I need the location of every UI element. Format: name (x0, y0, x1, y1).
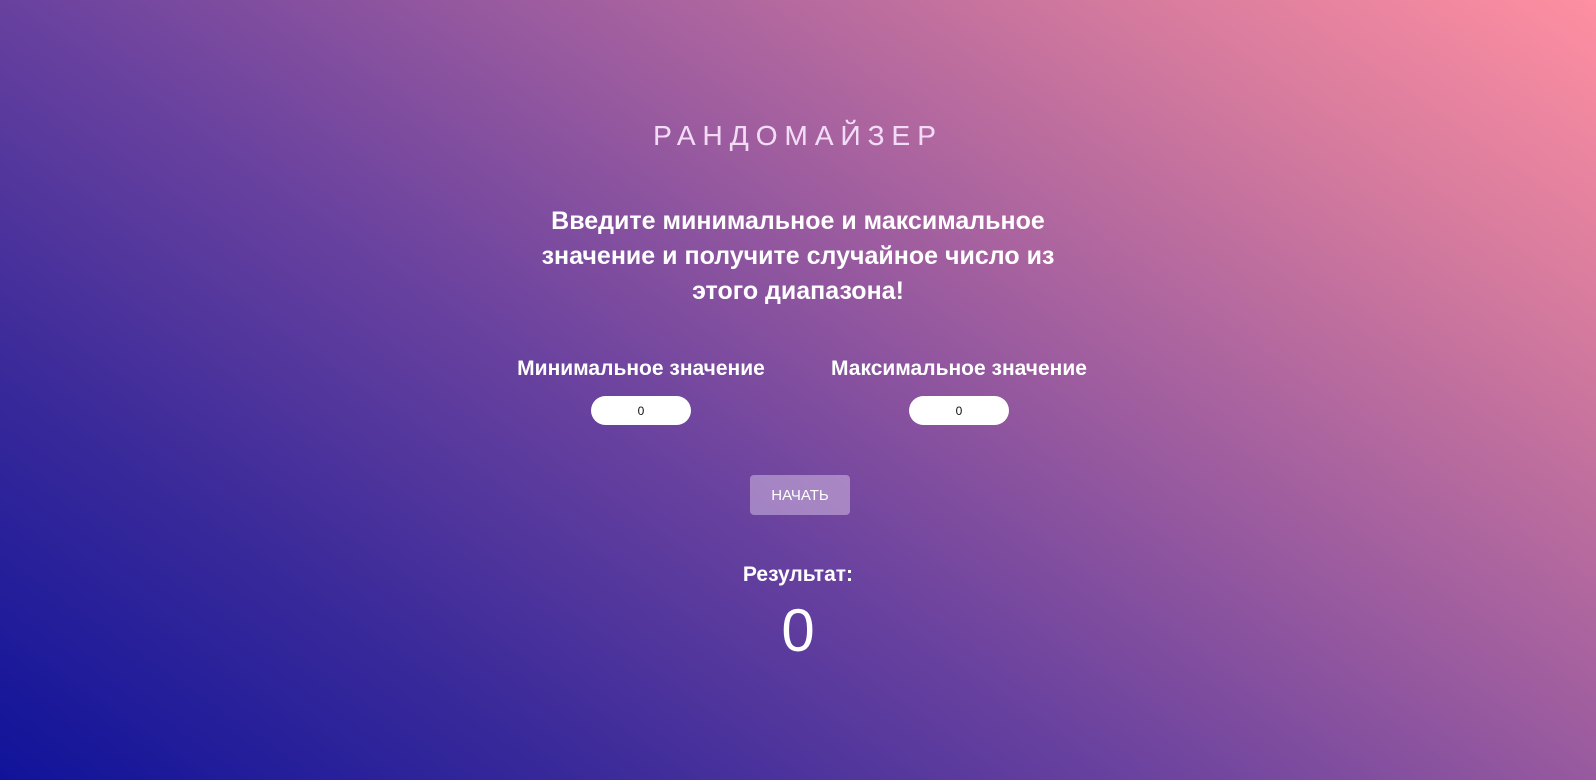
result-value: 0 (781, 597, 815, 664)
max-value-input[interactable] (909, 396, 1009, 425)
start-button[interactable]: НАЧАТЬ (750, 475, 850, 515)
min-value-label: Минимальное значение (517, 357, 765, 380)
min-value-input[interactable] (591, 396, 691, 425)
max-value-label: Максимальное значение (831, 357, 1087, 380)
page-description: Введите минимальное и максимальное значе… (541, 207, 1055, 305)
min-value-field: Минимальное значение (505, 356, 777, 425)
result-label: Результат: (742, 563, 854, 586)
max-value-field: Максимальное значение (819, 356, 1099, 425)
page-title: РАНДОМАЙЗЕР (0, 120, 1596, 152)
